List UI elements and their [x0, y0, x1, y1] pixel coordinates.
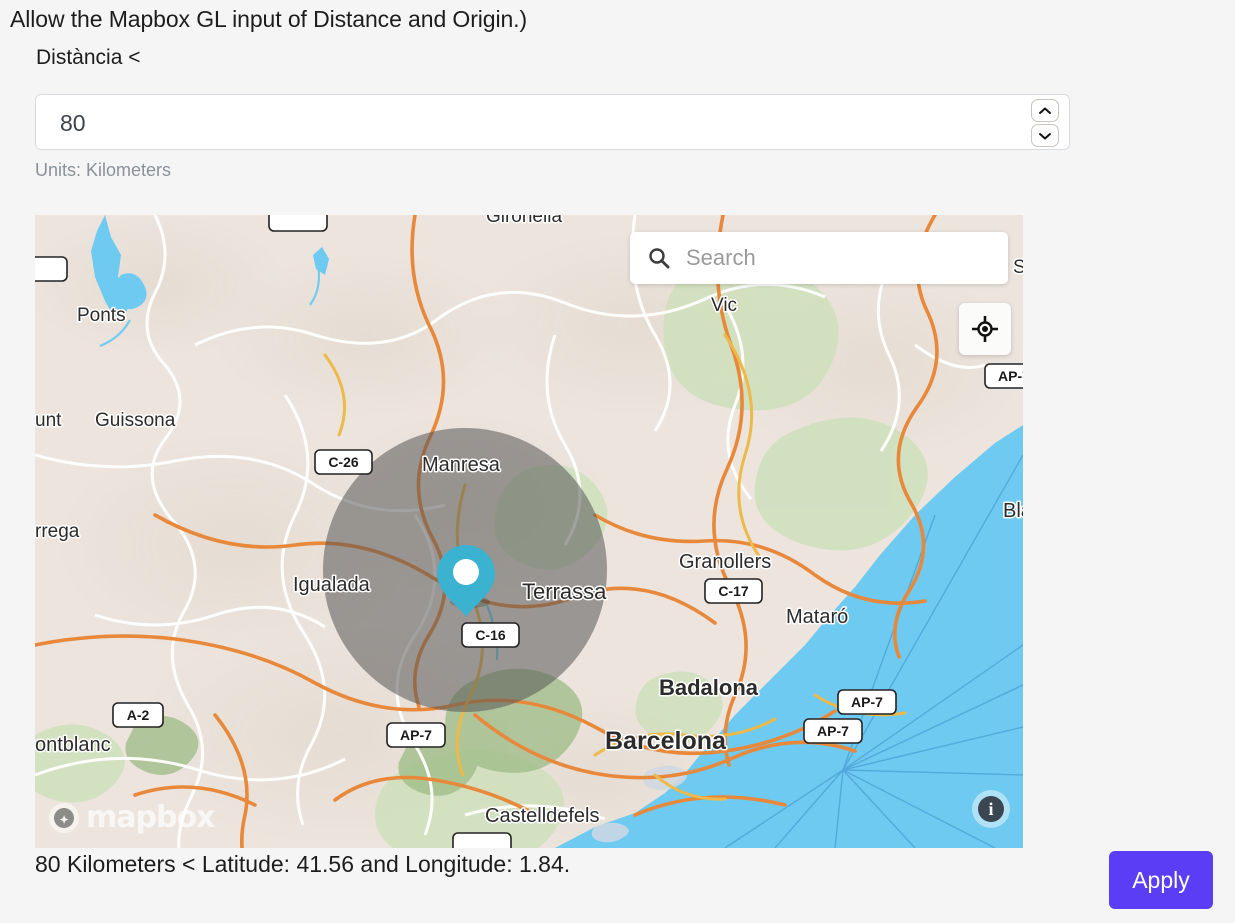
map-canvas[interactable]: Gironella Ponts Vic Guissona unt Manresa… — [35, 215, 1023, 848]
svg-text:S: S — [1013, 257, 1023, 278]
chevron-up-icon[interactable] — [1031, 99, 1059, 122]
svg-text:Terrassa: Terrassa — [522, 579, 607, 604]
svg-text:C-17: C-17 — [718, 583, 749, 599]
svg-text:AP-7: AP-7 — [400, 727, 432, 743]
svg-text:Granollers: Granollers — [679, 551, 771, 573]
info-icon[interactable]: i — [972, 790, 1010, 828]
svg-text:Manresa: Manresa — [422, 454, 501, 476]
search-icon — [648, 247, 670, 269]
svg-text:Gironella: Gironella — [486, 215, 562, 227]
svg-text:AP-7: AP-7 — [998, 368, 1023, 384]
svg-text:Vic: Vic — [711, 295, 737, 316]
map-search-input[interactable] — [684, 244, 988, 272]
info-glyph: i — [978, 796, 1004, 822]
svg-text:AP-7: AP-7 — [851, 694, 883, 710]
page-title: Allow the Mapbox GL input of Distance an… — [10, 6, 528, 32]
mapbox-wordmark: mapbox — [86, 800, 215, 835]
svg-text:Castelldefels: Castelldefels — [485, 805, 600, 827]
summary-caption: 80 Kilometers < Latitude: 41.56 and Long… — [35, 851, 571, 877]
distance-stepper[interactable] — [1031, 99, 1059, 147]
apply-button[interactable]: Apply — [1109, 851, 1213, 909]
svg-text:Bla: Bla — [1003, 500, 1023, 522]
svg-text:ontblanc: ontblanc — [35, 734, 111, 756]
map-search-box[interactable] — [630, 232, 1008, 284]
units-hint: Units: Kilometers — [35, 160, 172, 180]
svg-text:Barcelona: Barcelona — [605, 727, 727, 755]
svg-text:Guissona: Guissona — [95, 410, 176, 431]
svg-text:C-16: C-16 — [475, 627, 506, 643]
svg-text:Badalona: Badalona — [659, 675, 759, 700]
distance-input-wrapper[interactable] — [35, 94, 1070, 151]
chevron-down-icon[interactable] — [1031, 124, 1059, 147]
svg-text:Mataró: Mataró — [786, 606, 848, 628]
distance-input[interactable] — [58, 95, 992, 151]
page-root: Allow the Mapbox GL input of Distance an… — [0, 0, 1235, 923]
geolocate-icon[interactable] — [959, 303, 1011, 355]
svg-text:AP-7: AP-7 — [817, 723, 849, 739]
svg-text:A-2: A-2 — [127, 707, 150, 723]
svg-text:unt: unt — [35, 410, 62, 431]
svg-text:rrega: rrega — [35, 521, 80, 542]
svg-text:Ponts: Ponts — [77, 305, 126, 326]
distance-field-label: Distància < — [36, 46, 141, 69]
svg-text:C-26: C-26 — [328, 454, 359, 470]
svg-text:Igualada: Igualada — [293, 574, 371, 596]
map-tiles: Gironella Ponts Vic Guissona unt Manresa… — [35, 215, 1023, 848]
mapbox-mark-icon — [49, 803, 79, 833]
mapbox-logo[interactable]: mapbox — [48, 800, 215, 835]
